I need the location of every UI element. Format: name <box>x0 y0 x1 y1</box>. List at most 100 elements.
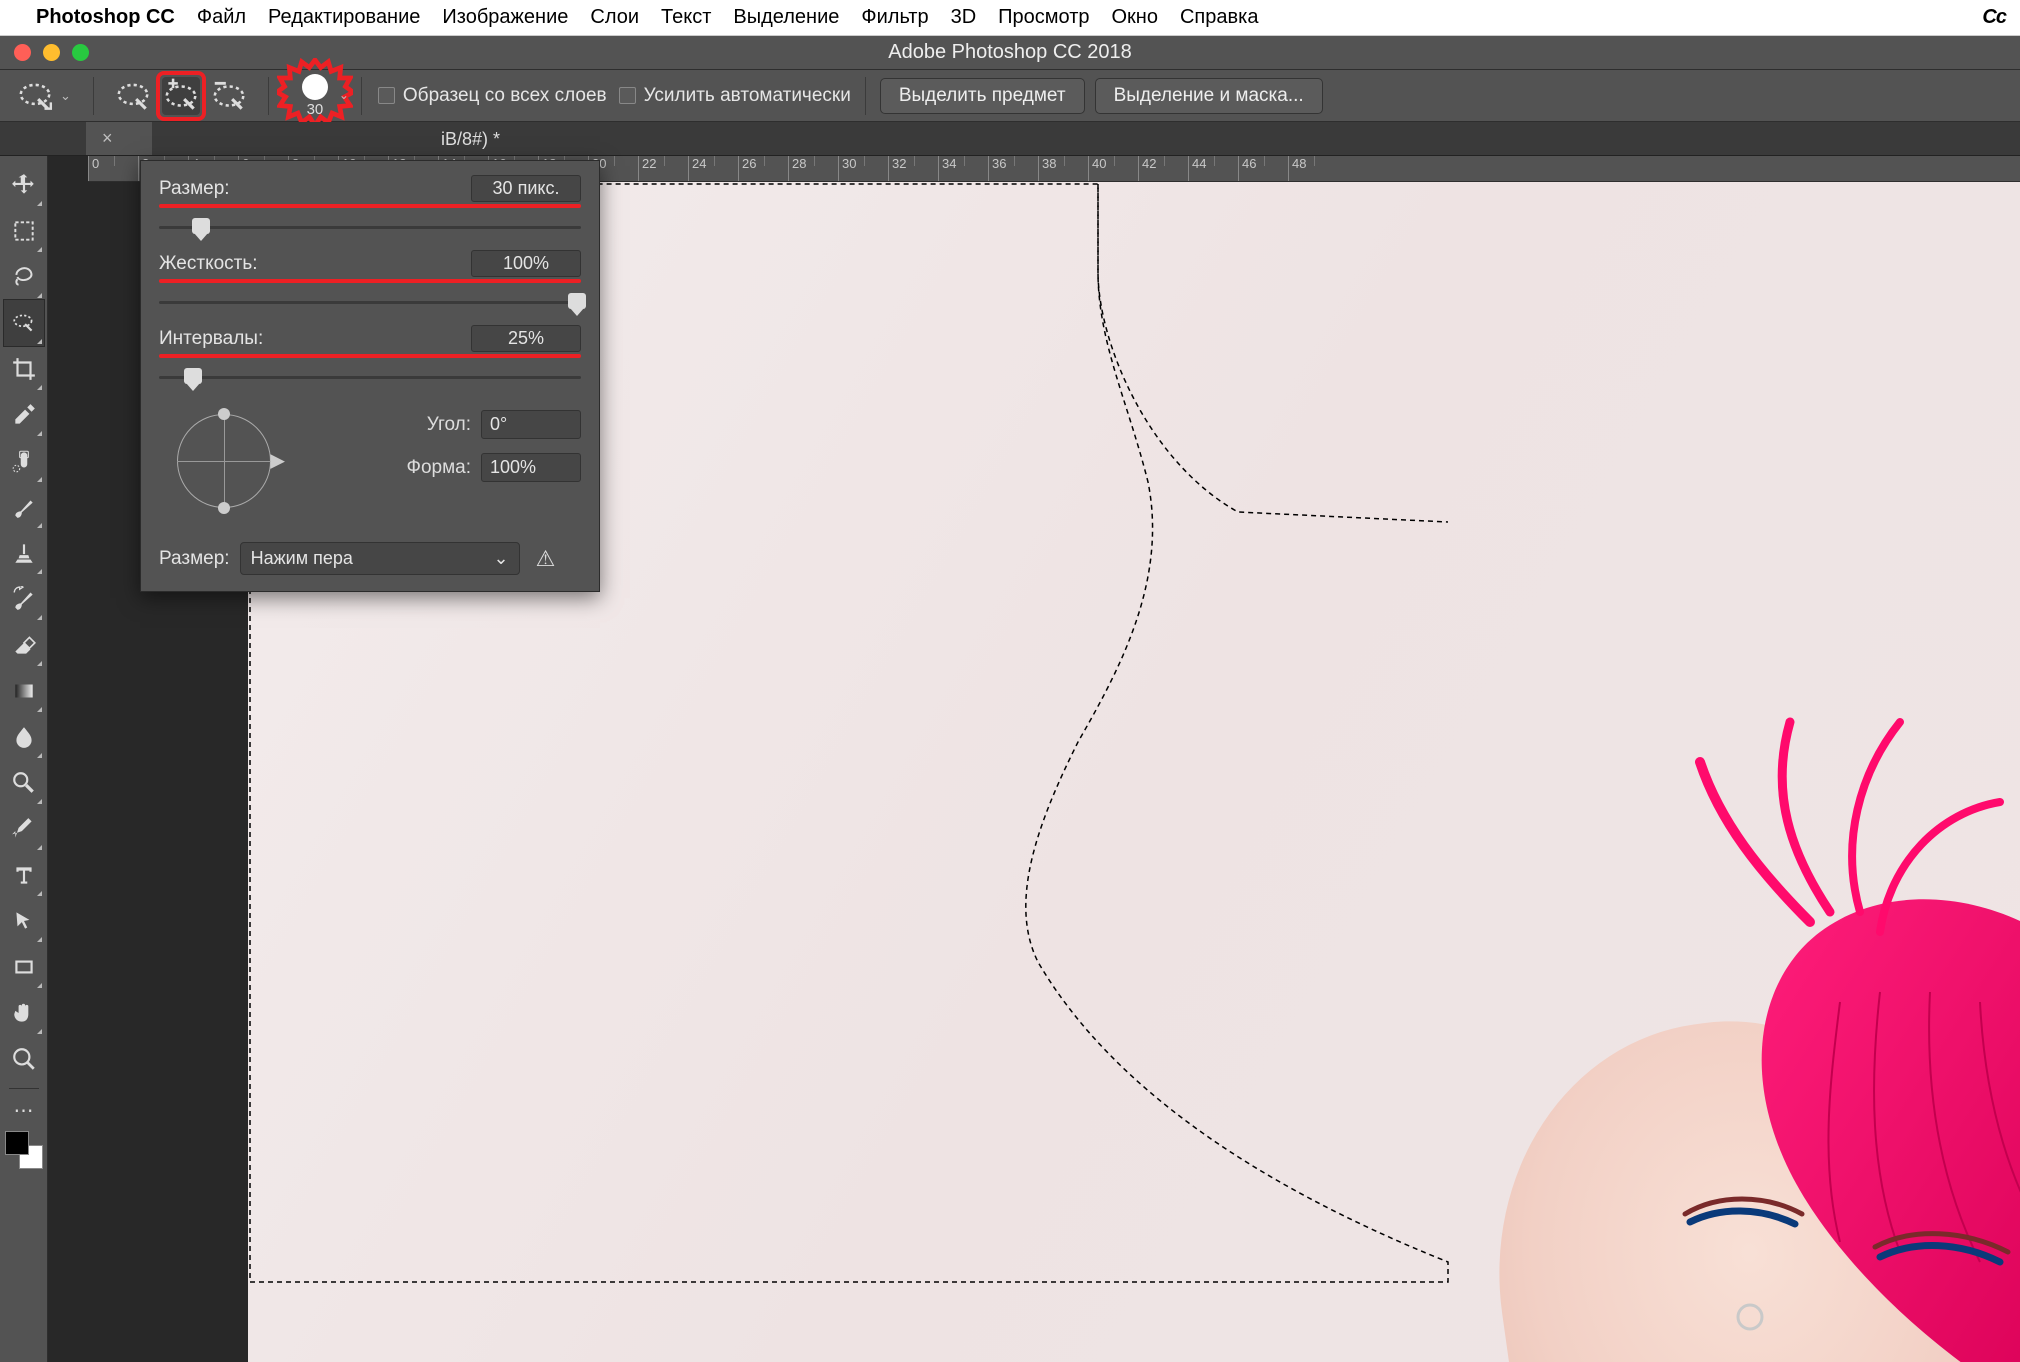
close-icon[interactable] <box>14 44 31 61</box>
menu-type[interactable]: Текст <box>661 6 711 29</box>
ruler-tick: 26 <box>738 156 788 181</box>
ruler-tick: 48 <box>1288 156 1338 181</box>
document-tabbar: × N <box>0 122 2020 156</box>
tool-eraser[interactable] <box>4 622 44 668</box>
menu-image[interactable]: Изображение <box>442 6 568 29</box>
tool-dodge[interactable] <box>4 760 44 806</box>
angle-value[interactable]: 0° <box>481 410 581 439</box>
tool-spot-healing[interactable] <box>4 438 44 484</box>
cc-logo-icon: Cc <box>1982 6 2006 29</box>
ruler-tick: 38 <box>1038 156 1088 181</box>
menu-file[interactable]: Файл <box>197 6 246 29</box>
spacing-label: Интервалы: <box>159 328 263 350</box>
tool-blur[interactable] <box>4 714 44 760</box>
spacing-slider[interactable] <box>159 368 581 386</box>
ruler-tick: 24 <box>688 156 738 181</box>
toolbox: ⋯ <box>0 156 48 1362</box>
ruler-tick: 44 <box>1188 156 1238 181</box>
ruler-tick: 28 <box>788 156 838 181</box>
quick-select-preset-icon <box>16 77 54 115</box>
ruler-tick: 30 <box>838 156 888 181</box>
ruler-tick: 22 <box>638 156 688 181</box>
tool-crop[interactable] <box>4 346 44 392</box>
window-title: Adobe Photoshop CC 2018 <box>888 41 1132 64</box>
tool-marquee[interactable] <box>4 208 44 254</box>
traffic-lights[interactable] <box>0 44 89 61</box>
close-tab-icon[interactable]: × <box>102 128 113 149</box>
tool-type[interactable] <box>4 852 44 898</box>
chevron-down-icon: ⌄ <box>494 548 509 569</box>
size-slider[interactable] <box>159 218 581 236</box>
tool-edit-toolbar[interactable]: ⋯ <box>4 1095 44 1125</box>
tool-history-brush[interactable] <box>4 576 44 622</box>
add-to-selection-highlight <box>156 71 206 121</box>
hardness-underline-annotation <box>159 279 581 283</box>
minimize-icon[interactable] <box>43 44 60 61</box>
menu-view[interactable]: Просмотр <box>998 6 1089 29</box>
app-name[interactable]: Photoshop CC <box>36 6 175 29</box>
tab-label-fragment: iB/8#) * <box>441 129 500 150</box>
foreground-color-swatch[interactable] <box>5 1131 29 1155</box>
menu-filter[interactable]: Фильтр <box>861 6 928 29</box>
size-label: Размер: <box>159 178 230 200</box>
ruler-tick: 0 <box>88 156 138 181</box>
ruler-tick: 46 <box>1238 156 1288 181</box>
menu-3d[interactable]: 3D <box>951 6 977 29</box>
zoom-icon[interactable] <box>72 44 89 61</box>
tool-preset[interactable]: ⌄ <box>10 77 79 115</box>
spacing-underline-annotation <box>159 354 581 358</box>
tool-hand[interactable] <box>4 990 44 1036</box>
brush-size-number: 30 <box>307 102 324 117</box>
angle-label: Угол: <box>427 414 471 436</box>
tool-gradient[interactable] <box>4 668 44 714</box>
roundness-label: Форма: <box>407 457 472 479</box>
menu-window[interactable]: Окно <box>1112 6 1158 29</box>
tool-eyedropper[interactable] <box>4 392 44 438</box>
foreground-background-colors[interactable] <box>5 1131 43 1169</box>
menu-select[interactable]: Выделение <box>733 6 839 29</box>
ruler-tick: 42 <box>1138 156 1188 181</box>
document-tab[interactable]: × N <box>86 122 152 155</box>
tool-lasso[interactable] <box>4 254 44 300</box>
select-subject-button[interactable]: Выделить предмет <box>880 78 1085 114</box>
size-value[interactable]: 30 пикс. <box>471 175 581 202</box>
hardness-slider[interactable] <box>159 293 581 311</box>
tool-rectangle[interactable] <box>4 944 44 990</box>
size-underline-annotation <box>159 204 581 208</box>
new-selection-icon[interactable] <box>114 77 152 115</box>
auto-enhance-checkbox[interactable]: Усилить автоматически <box>619 85 851 107</box>
ruler-tick: 36 <box>988 156 1038 181</box>
sample-all-layers-checkbox[interactable]: Образец со всех слоев <box>378 85 607 107</box>
mac-menubar[interactable]: Photoshop CC Файл Редактирование Изображ… <box>0 0 2020 36</box>
brush-angle-control[interactable]: ▶ <box>169 406 279 516</box>
add-to-selection-icon[interactable] <box>162 77 200 115</box>
tool-zoom[interactable] <box>4 1036 44 1082</box>
dynamics-size-label: Размер: <box>159 548 230 570</box>
tool-move[interactable] <box>4 162 44 208</box>
ruler-tick: 32 <box>888 156 938 181</box>
ruler-vertical-gutter <box>48 156 88 1362</box>
tool-brush[interactable] <box>4 484 44 530</box>
dynamics-select[interactable]: Нажим пера ⌄ <box>240 542 520 575</box>
tool-path-selection[interactable] <box>4 898 44 944</box>
auto-enhance-label: Усилить автоматически <box>644 85 851 107</box>
tool-clone-stamp[interactable] <box>4 530 44 576</box>
chevron-down-icon[interactable]: ⌄ <box>58 88 73 104</box>
spacing-value[interactable]: 25% <box>471 325 581 352</box>
chevron-down-icon[interactable]: ⌄ <box>339 88 349 102</box>
menu-help[interactable]: Справка <box>1180 6 1258 29</box>
brush-settings-popup[interactable]: iB/8#) * Размер: 30 пикс. Жесткость: 100… <box>140 160 600 592</box>
hardness-value[interactable]: 100% <box>471 250 581 277</box>
hardness-label: Жесткость: <box>159 253 258 275</box>
brush-preview-icon[interactable] <box>302 74 328 100</box>
menu-edit[interactable]: Редактирование <box>268 6 420 29</box>
brush-picker-highlight: 30 ⌄ <box>283 64 347 128</box>
tool-pen[interactable] <box>4 806 44 852</box>
subtract-selection-icon[interactable] <box>210 77 248 115</box>
select-and-mask-button[interactable]: Выделение и маска... <box>1095 78 1323 114</box>
hair-illustration <box>1460 702 2020 1362</box>
ruler-tick: 40 <box>1088 156 1138 181</box>
menu-layers[interactable]: Слои <box>590 6 639 29</box>
roundness-value[interactable]: 100% <box>481 453 581 482</box>
tool-quick-selection[interactable] <box>4 300 44 346</box>
